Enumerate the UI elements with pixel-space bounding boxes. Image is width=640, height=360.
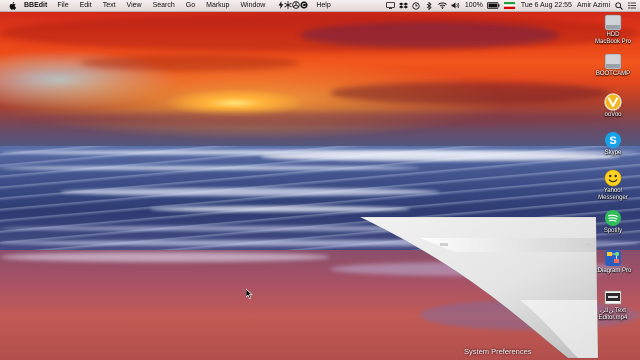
- menu-file[interactable]: File: [57, 2, 68, 9]
- desktop-icon-label: Skype: [604, 150, 622, 156]
- desktop-wallpaper: [0, 0, 640, 360]
- snowflake-icon[interactable]: [284, 0, 293, 11]
- desktop-icon-label: Spotify: [603, 228, 623, 234]
- wifi-icon[interactable]: [438, 1, 447, 10]
- desktop-icon-spotify[interactable]: Spotify: [586, 209, 640, 235]
- clock[interactable]: Tue 6 Aug 22:55: [521, 2, 572, 9]
- dropbox-icon[interactable]: C: [300, 0, 308, 11]
- system-preferences-label: System Preferences: [464, 347, 532, 356]
- yahoo-messenger-icon: [604, 169, 622, 187]
- foam: [0, 252, 330, 262]
- foam: [330, 262, 630, 276]
- cloud-band: [300, 22, 560, 48]
- volume-icon[interactable]: [451, 1, 460, 10]
- menu-bar: BBEdit File Edit Text View Search Go Mar…: [0, 0, 640, 12]
- user-name[interactable]: Amir Azimi: [577, 2, 610, 9]
- dropbox-status-icon[interactable]: [398, 1, 408, 10]
- apple-menu-icon[interactable]: [8, 1, 16, 10]
- desktop-icon-bootcamp[interactable]: BOOTCAMP: [586, 52, 640, 78]
- desktop-icon-label: xDiagram Pro: [594, 268, 632, 274]
- menu-app-name[interactable]: BBEdit: [24, 2, 47, 9]
- wave: [150, 206, 410, 212]
- desktop-icon-yahoo-messenger[interactable]: Yahoo! Messenger: [586, 169, 640, 202]
- menu-view[interactable]: View: [127, 2, 142, 9]
- desktop-icon-label: BOOTCAMP: [595, 71, 631, 77]
- menu-markup[interactable]: Markup: [206, 2, 229, 9]
- spotify-icon: [604, 209, 622, 227]
- desktop-icon-label: Yahoo! Messenger: [598, 188, 628, 201]
- menu-text[interactable]: Text: [103, 2, 116, 9]
- wave: [260, 152, 620, 161]
- mouse-cursor-icon: [246, 289, 253, 299]
- cloud-band: [20, 112, 620, 126]
- fan-icon[interactable]: [292, 0, 301, 11]
- status-area: 100% Tue 6 Aug 22:55 Amir Azimi: [382, 0, 636, 11]
- desktop-icon-video-file[interactable]: ﻦﻟ‏اﺮﺑ Text Editor.mp4: [586, 289, 640, 322]
- cloud-band: [80, 55, 300, 71]
- svg-text:C: C: [302, 3, 306, 9]
- menu-search[interactable]: Search: [153, 2, 175, 9]
- desktop-icon-label: ﻦﻟ‏اﺮﺑ Text Editor.mp4: [598, 308, 628, 321]
- flag-icon[interactable]: [504, 1, 516, 10]
- notification-center-icon[interactable]: [627, 1, 636, 10]
- timemachine-icon[interactable]: [412, 1, 421, 10]
- menu-window[interactable]: Window: [240, 2, 265, 9]
- desktop-icon-hdd[interactable]: HDD MacBook Pro: [586, 13, 640, 46]
- desktop-icon-oovoo[interactable]: ooVoo: [586, 93, 640, 119]
- hard-drive-icon: [604, 13, 622, 31]
- desktop-icon-label: HDD MacBook Pro: [594, 32, 631, 45]
- desktop-icon-xdiagram[interactable]: xDiagram Pro: [586, 249, 640, 275]
- battery-icon[interactable]: [486, 1, 500, 10]
- bluetooth-icon[interactable]: [425, 1, 434, 10]
- desktop-icon-label: ooVoo: [604, 112, 622, 118]
- wave: [60, 188, 440, 196]
- oovoo-icon: [604, 93, 622, 111]
- menu-go[interactable]: Go: [186, 2, 195, 9]
- hard-drive-icon: [604, 52, 622, 70]
- wave: [0, 166, 420, 170]
- skype-icon: S: [604, 131, 622, 149]
- menu-edit[interactable]: Edit: [80, 2, 92, 9]
- wave: [0, 226, 560, 231]
- desktop-icon-skype[interactable]: S Skype: [586, 131, 640, 157]
- battery-percent[interactable]: 100%: [465, 2, 483, 9]
- wave: [0, 240, 640, 246]
- svg-text:S: S: [609, 135, 616, 147]
- xdiagram-icon: [604, 249, 622, 267]
- menu-help[interactable]: Help: [316, 2, 330, 9]
- cloud-band: [330, 82, 610, 104]
- spotlight-icon[interactable]: [614, 1, 623, 10]
- video-file-icon: [604, 289, 622, 307]
- screen-icon[interactable]: [386, 1, 395, 10]
